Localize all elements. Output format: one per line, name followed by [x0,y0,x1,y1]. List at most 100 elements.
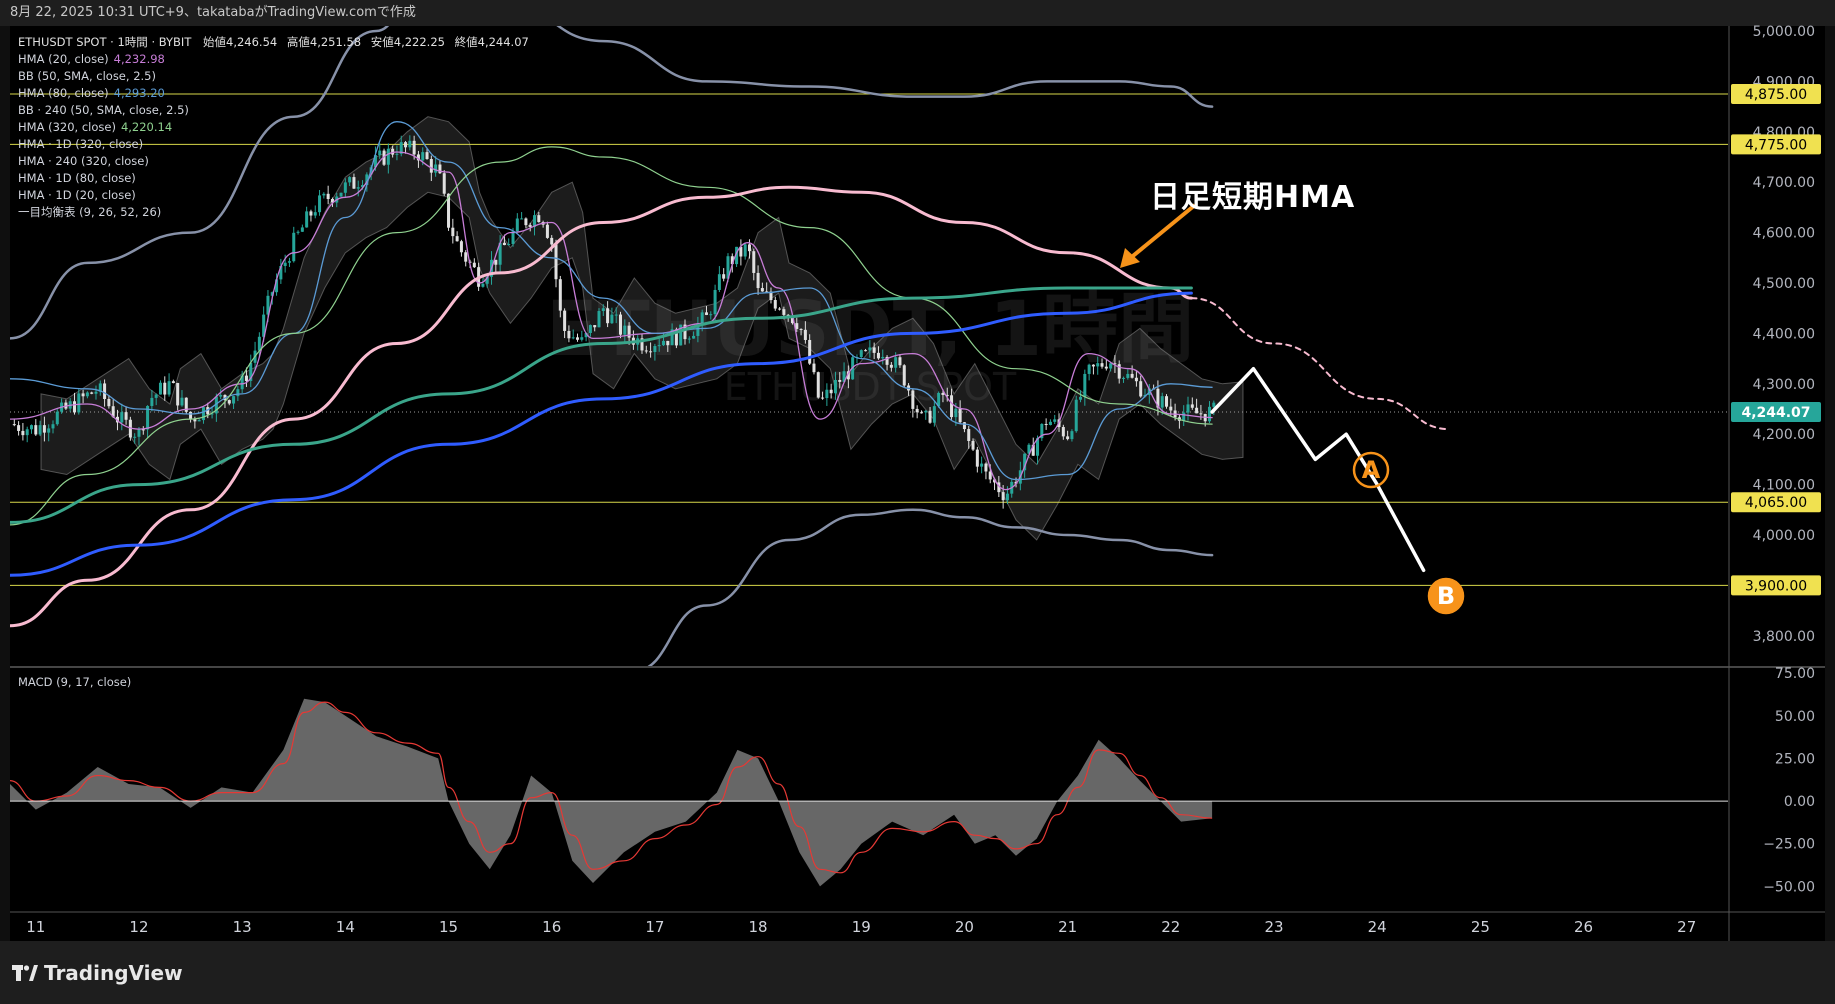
x-tick-label: 19 [852,918,871,936]
legend-indicator-name: BB (50, SMA, close, 2.5) [18,69,156,83]
candle [193,419,197,422]
legend-indicator-row[interactable]: HMA · 1D (80, close) [18,170,529,187]
candle [29,425,34,430]
candle [180,397,184,406]
point-a-marker-label: A [1362,456,1381,484]
last-price-label: 4,244.07 [1741,405,1810,421]
macd-y-tick-label: 50.00 [1775,709,1815,725]
candle [653,346,657,353]
candle [81,393,85,397]
legend-low-label: 安値 [370,35,394,49]
candle [954,408,958,418]
candle [300,227,304,232]
candle [287,261,291,263]
candle [1130,373,1134,378]
candle [537,215,541,222]
candle [176,383,180,406]
y-tick-label: 4,500.00 [1753,276,1815,292]
x-tick-label: 13 [233,918,252,936]
candle [90,392,94,394]
candle [1048,421,1052,425]
legend-indicator-row[interactable]: 一目均衡表 (9, 26, 52, 26) [18,204,529,221]
x-tick-label: 27 [1677,918,1696,936]
series-line [647,508,1214,666]
tradingview-logo[interactable]: TradingView [12,961,183,985]
legend-indicator-row[interactable]: HMA (320, close) 4,220.14 [18,119,529,136]
candle [576,337,580,340]
candle [666,340,670,346]
x-tick-label: 20 [955,918,974,936]
candle [12,424,16,426]
candle [171,381,175,384]
legend-indicator-name: HMA (80, close) [18,86,109,100]
candle [244,375,248,381]
candle [34,425,38,435]
y-tick-label: 4,600.00 [1753,226,1815,242]
candle [1044,423,1048,425]
candle [163,382,167,395]
y-tick-label: 4,300.00 [1753,377,1815,393]
candle [894,357,898,368]
x-tick-label: 21 [1058,918,1077,936]
legend-indicator-row[interactable]: HMA (80, close) 4,293.20 [18,85,529,102]
candle [915,408,919,413]
candle [107,398,111,407]
candle [1212,402,1216,407]
macd-y-tick-label: 75.00 [1775,666,1815,682]
candle [898,357,902,366]
candle [77,393,81,413]
candle [928,410,932,423]
legend-indicator-name: HMA · 240 (320, close) [18,154,149,168]
candle [760,288,764,292]
legend: ETHUSDT SPOT · 1時間 · BYBIT 始値4,246.54 高値… [18,34,529,221]
x-tick-label: 25 [1471,918,1490,936]
candle [872,347,876,353]
candle [1126,373,1130,378]
candle [567,330,571,339]
candle [133,436,137,438]
legend-open: 4,246.54 [226,35,278,49]
candle [455,236,459,242]
candle [1182,412,1186,421]
candle [158,382,162,395]
candle [597,311,601,328]
candle [889,364,893,368]
macd-y-tick-label: 25.00 [1775,751,1815,767]
candle [713,289,717,315]
candle [72,401,76,413]
legend-open-label: 始値 [203,35,226,49]
candle [1061,427,1065,437]
candle [502,242,506,246]
candle [610,314,614,324]
legend-close: 4,244.07 [477,35,529,49]
candle [1199,413,1203,415]
candle [197,420,201,422]
candle [661,340,665,346]
candle [1169,406,1173,411]
y-tick-label: 4,100.00 [1753,478,1815,494]
candle [911,390,915,409]
candle [709,314,713,316]
candle [1096,363,1100,367]
candle [292,232,296,262]
candle [47,428,51,433]
candle [984,463,988,472]
candle [782,309,786,315]
x-tick-label: 15 [439,918,458,936]
candle [1066,436,1070,440]
legend-indicator-row[interactable]: HMA · 240 (320, close) [18,153,529,170]
candle [1139,381,1143,397]
candle [232,396,236,404]
candle [481,283,485,287]
x-tick-label: 16 [542,918,561,936]
candle [752,251,756,273]
legend-indicator-row[interactable]: BB (50, SMA, close, 2.5) [18,68,529,85]
legend-indicator-row[interactable]: HMA · 1D (20, close) [18,187,529,204]
legend-indicator-row[interactable]: HMA (20, close) 4,232.98 [18,51,529,68]
legend-indicator-row[interactable]: HMA · 1D (320, close) [18,136,529,153]
x-tick-label: 12 [129,918,148,936]
candle [593,325,597,328]
legend-indicator-row[interactable]: BB · 240 (50, SMA, close, 2.5) [18,102,529,119]
legend-indicator-name: HMA (20, close) [18,52,109,66]
candle [644,350,648,352]
